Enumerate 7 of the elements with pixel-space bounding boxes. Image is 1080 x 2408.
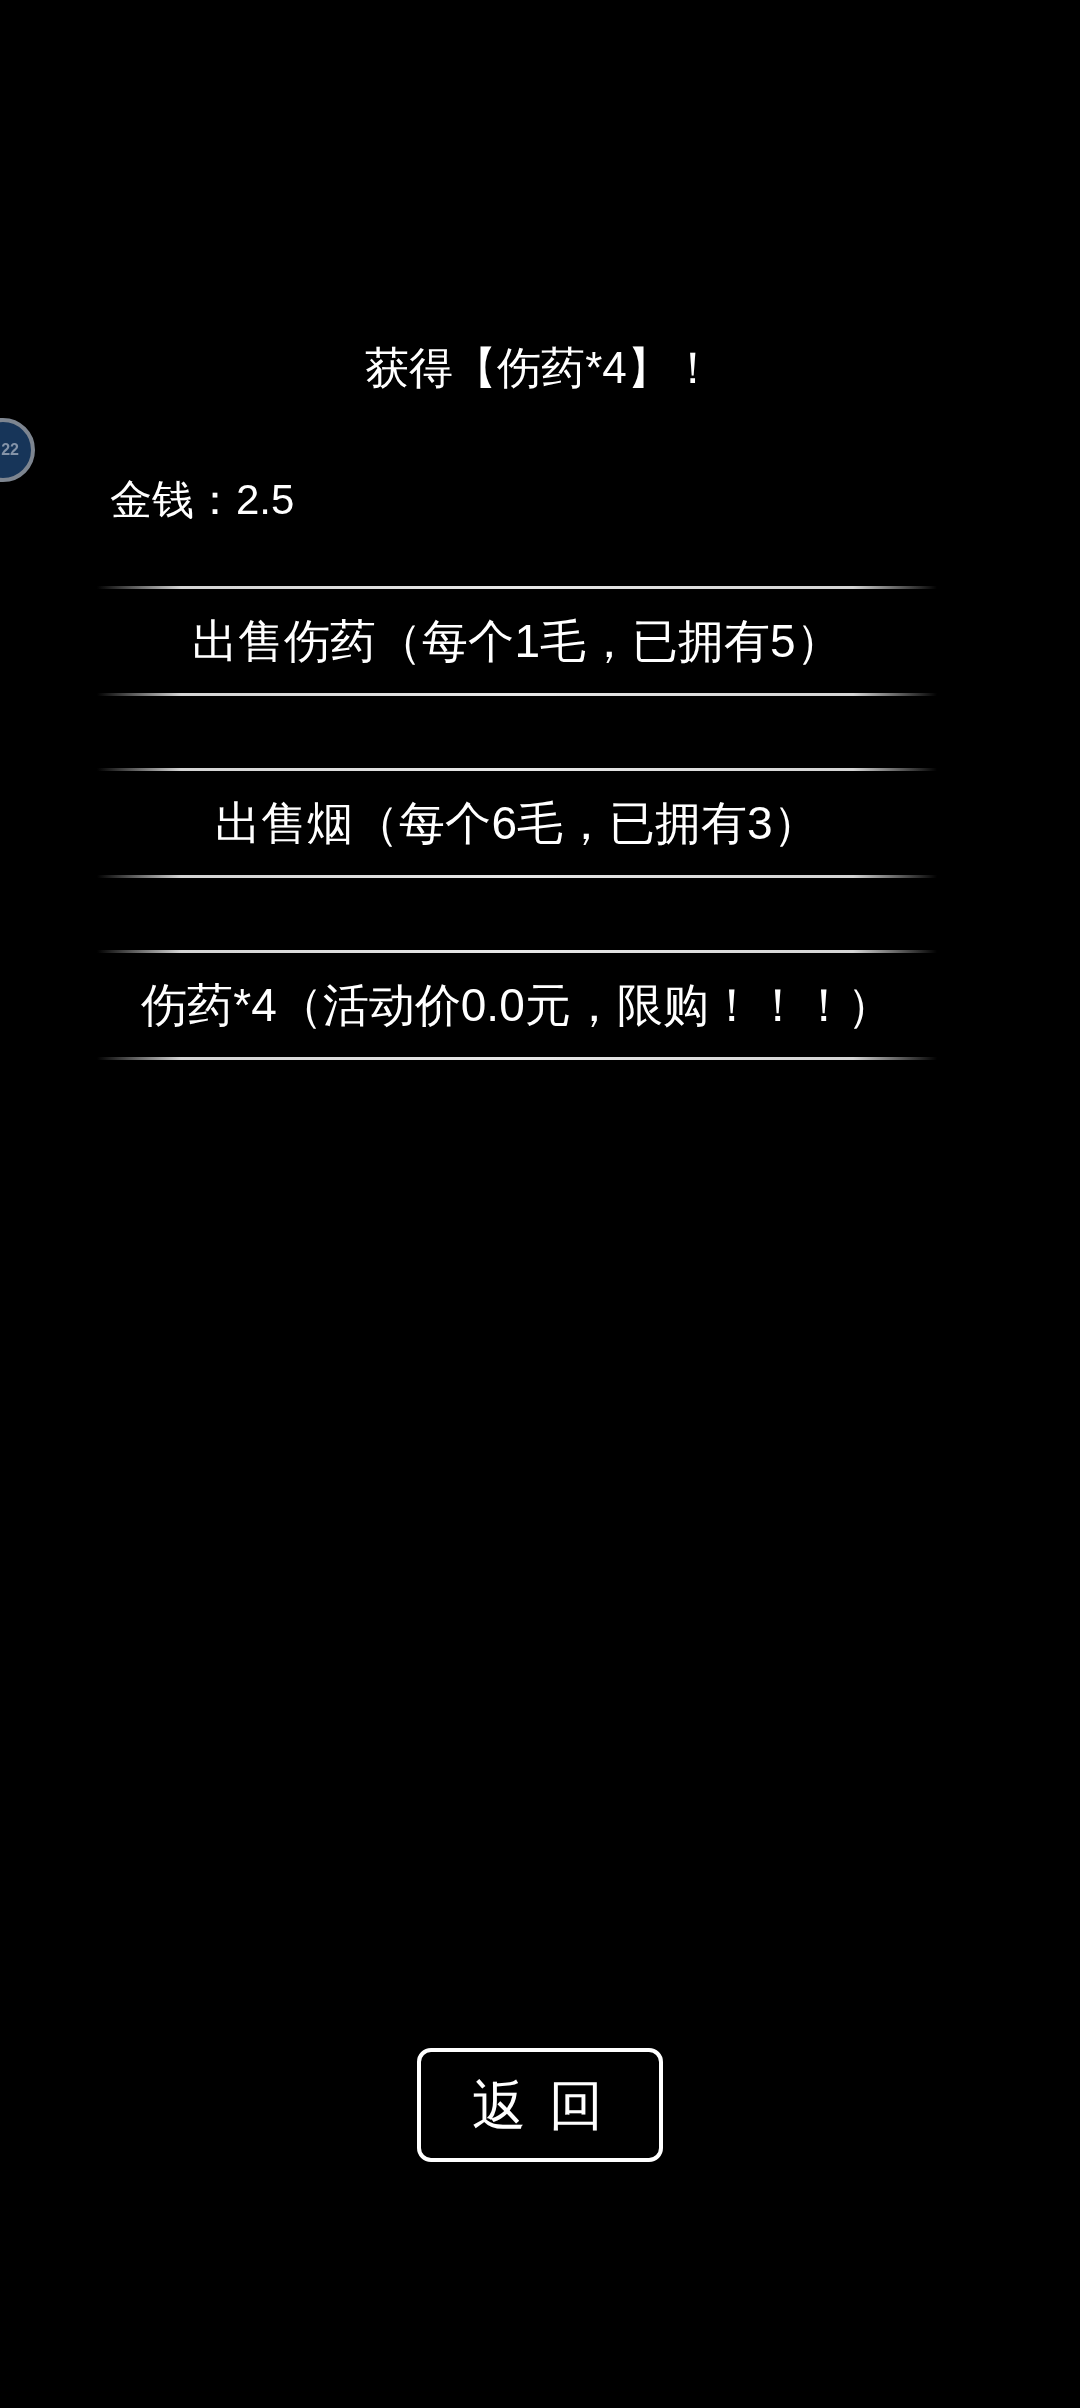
reward-message: 获得【伤药*4】！ — [365, 342, 715, 394]
shop-option-button[interactable]: 出售烟（每个6毛，已拥有3） — [97, 768, 937, 878]
floating-ball-button[interactable]: 22 — [0, 418, 35, 482]
back-button[interactable]: 返 回 — [417, 2048, 663, 2162]
money-label: 金钱：2.5 — [110, 475, 295, 525]
shop-option-button[interactable]: 出售伤药（每个1毛，已拥有5） — [97, 586, 937, 696]
shop-option-button[interactable]: 伤药*4（活动价0.0元，限购！！！） — [97, 950, 937, 1060]
